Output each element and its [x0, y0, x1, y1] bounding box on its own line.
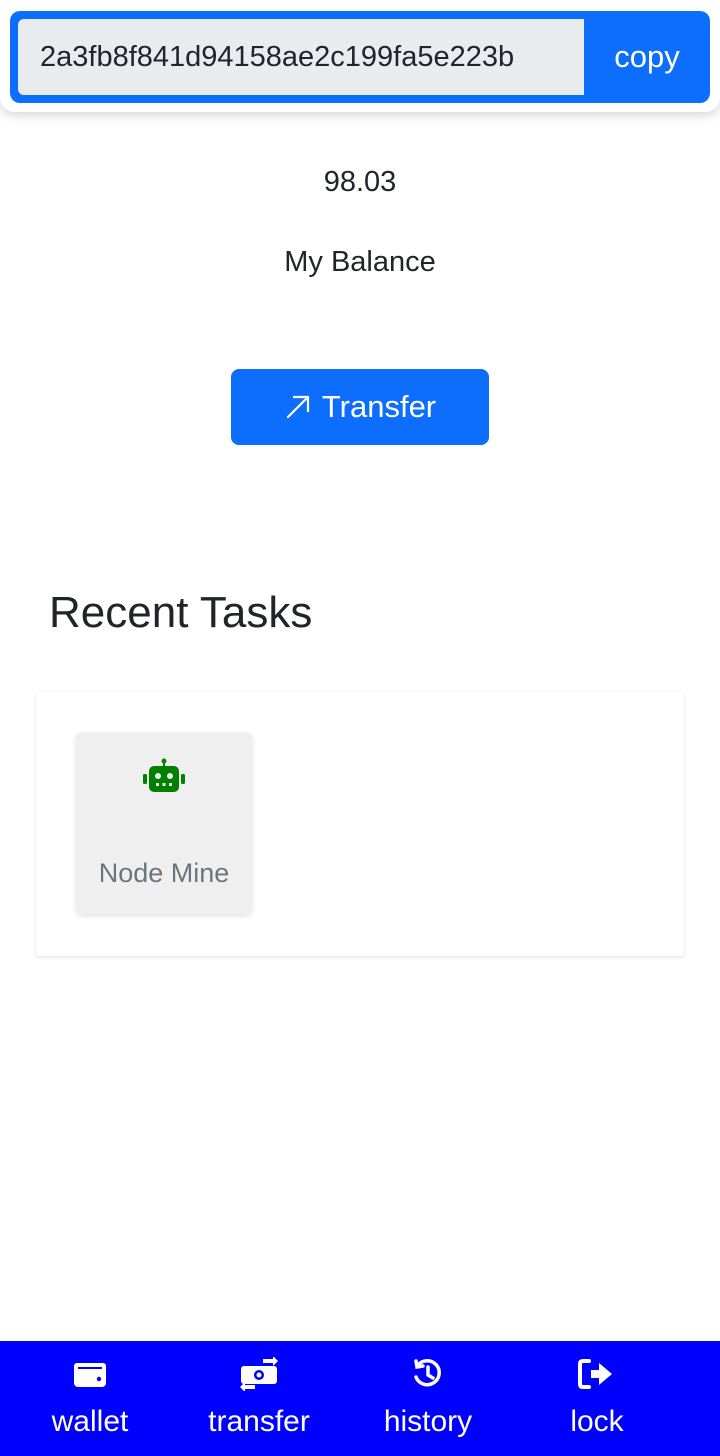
balance-amount: 98.03 — [323, 166, 397, 198]
address-input-group: 2a3fb8f841d94158ae2c199fa5e223b copy — [10, 11, 710, 103]
bottom-nav: wallet transfer history lock — [0, 1341, 720, 1456]
wallet-icon — [74, 1363, 106, 1387]
arrow-up-right-icon — [286, 395, 309, 419]
task-tile-node-mine[interactable]: Node Mine — [76, 732, 252, 914]
nav-label-wallet: wallet — [51, 1405, 129, 1438]
recent-tasks-title: Recent Tasks — [49, 588, 313, 637]
robot-icon — [143, 758, 185, 792]
nav-item-transfer[interactable]: transfer — [189, 1341, 329, 1456]
sign-out-icon — [578, 1359, 612, 1389]
balance-label: My Balance — [284, 246, 436, 278]
nav-label-lock: lock — [570, 1405, 624, 1438]
nav-item-lock[interactable]: lock — [527, 1341, 667, 1456]
nav-item-history[interactable]: history — [358, 1341, 498, 1456]
wallet-address-field[interactable]: 2a3fb8f841d94158ae2c199fa5e223b — [18, 19, 584, 95]
nav-label-history: history — [383, 1405, 473, 1438]
money-transfer-icon — [240, 1357, 278, 1391]
history-icon — [414, 1358, 441, 1387]
nav-item-wallet[interactable]: wallet — [20, 1341, 160, 1456]
wallet-page: 2a3fb8f841d94158ae2c199fa5e223b copy 98.… — [0, 0, 720, 1456]
task-label: Node Mine — [98, 858, 230, 888]
transfer-button[interactable]: Transfer — [231, 369, 489, 445]
copy-button[interactable]: copy — [584, 11, 710, 103]
nav-label-transfer: transfer — [208, 1405, 310, 1438]
recent-tasks-card: Node Mine — [36, 692, 684, 956]
transfer-button-label: Transfer — [321, 389, 437, 424]
address-bar: 2a3fb8f841d94158ae2c199fa5e223b copy — [0, 0, 720, 112]
